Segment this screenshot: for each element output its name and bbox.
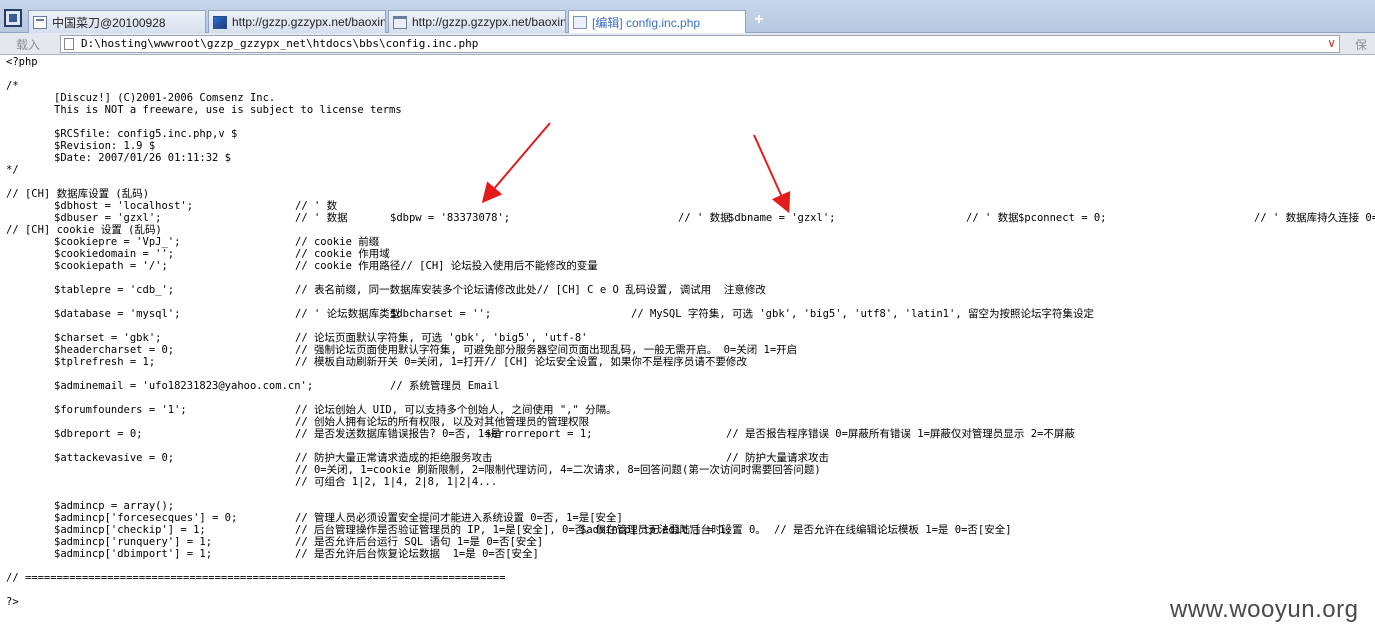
address-toolbar: 载入 D:\hosting\wwwroot\gzzp_gzzypx_net\ht… <box>0 33 1375 69</box>
forcesecques-line: $admincp['forcesecques'] = 0; <box>54 512 238 524</box>
cookie-section-comment: // [CH] cookie 设置 (乱码) <box>6 224 162 236</box>
tab-label: http://gzzp.gzzypx.net/baoxin... <box>232 15 386 29</box>
php-open-tag: <?php <box>6 56 38 68</box>
php-close-tag: ?> <box>6 596 19 608</box>
dbimport-line: $admincp['dbimport'] = 1; <box>54 548 213 560</box>
comment-open: /* <box>6 80 19 92</box>
tab-label: 中国菜刀@20100928 <box>52 15 166 30</box>
database-comment: // ' 论坛数据库类型 <box>295 308 401 320</box>
file-icon <box>64 38 74 50</box>
charset-comment: // 论坛页面默认字符集, 可选 'gbk', 'big5', 'utf-8' <box>295 332 588 344</box>
cookiedomain-comment: // cookie 作用域 <box>295 248 390 260</box>
forumfounders-comment: // 论坛创始人 UID, 可以支持多个创始人, 之间使用 "," 分隔。 <box>295 404 617 416</box>
forumfounders-line: $forumfounders = '1'; <box>54 404 187 416</box>
separator-comment: // =====================================… <box>6 572 506 584</box>
edit-icon <box>573 16 587 29</box>
dbname-line: $dbname = 'gzxl'; <box>728 212 836 224</box>
dbname-comment: // ' 数据 <box>966 212 1019 224</box>
errorreport-comment: // 是否报告程序错误 0=屏蔽所有错误 1=屏蔽仅对管理员显示 2=不屏蔽 <box>726 428 1075 440</box>
path-text: D:\hosting\wwwroot\gzzp_gzzypx_net\htdoc… <box>81 37 479 50</box>
tablepre-comment: // 表名前缀, 同一数据库安装多个论坛请修改此处// [CH] C e O 乱… <box>295 284 766 296</box>
dbhost-line: $dbhost = 'localhost'; <box>54 200 194 212</box>
page-icon <box>33 15 47 29</box>
dbimport-comment: // 是否允许后台恢复论坛数据 1=是 0=否[安全] <box>295 548 539 560</box>
folder-icon <box>393 15 407 29</box>
tab-label: [编辑] config.inc.php <box>592 16 701 30</box>
dbuser-comment: // ' 数据 <box>295 212 348 224</box>
tab-caidao[interactable]: 中国菜刀@20100928 <box>28 10 206 33</box>
new-tab-button[interactable]: + <box>752 12 766 28</box>
headercharset-comment: // 强制论坛页面使用默认字符集, 可避免部分服务器空间页面出现乱码, 一般无需… <box>295 344 798 356</box>
forumfounders-comment-2: // 创始人拥有论坛的所有权限, 以及对其他管理员的管理权限 <box>295 416 590 428</box>
cookiepre-comment: // cookie 前缀 <box>295 236 380 248</box>
watermark: www.wooyun.org <box>1170 596 1359 623</box>
tab-image-browser[interactable]: http://gzzp.gzzypx.net/baoxin... <box>208 10 386 33</box>
tpledit-line: $admincp['tpledit'] = 1; <box>580 524 732 536</box>
tab-label: http://gzzp.gzzypx.net/baoxin... <box>412 15 566 29</box>
comment-close: */ <box>6 164 19 176</box>
runquery-line: $admincp['runquery'] = 1; <box>54 536 213 548</box>
attackevasive-comment: // 防护大量正常请求造成的拒绝服务攻击 <box>295 452 493 464</box>
attackevasive-line: $attackevasive = 0; <box>54 452 175 464</box>
tablepre-line: $tablepre = 'cdb_'; <box>54 284 175 296</box>
dbpw-comment: // ' 数据 <box>678 212 731 224</box>
admincp-line: $admincp = array(); <box>54 500 175 512</box>
dbreport-comment: // 是否发送数据库错误报告? 0=否, 1=是 <box>295 428 502 440</box>
forcesecques-comment: // 管理人员必须设置安全提问才能进入系统设置 0=否, 1=是[安全] <box>295 512 623 524</box>
tab-edit-config[interactable]: [编辑] config.inc.php <box>568 10 746 34</box>
image-icon <box>213 15 227 29</box>
license-line: This is NOT a freeware, use is subject t… <box>54 104 402 116</box>
dbpw-line: $dbpw = '83373078'; <box>390 212 511 224</box>
database-line: $database = 'mysql'; <box>54 308 181 320</box>
cookiepre-line: $cookiepre = 'VpJ_'; <box>54 236 181 248</box>
tab-file-browser[interactable]: http://gzzp.gzzypx.net/baoxin... <box>388 10 566 33</box>
adminemail-comment: // 系统管理员 Email <box>390 380 500 392</box>
checkip-line: $admincp['checkip'] = 1; <box>54 524 206 536</box>
dbcharset-line: $dbcharset = ''; <box>390 308 492 320</box>
tplrefresh-comment: // 模板自动刷新开关 0=关闭, 1=打开// [CH] 论坛安全设置, 如果… <box>295 356 747 368</box>
path-input[interactable]: D:\hosting\wwwroot\gzzp_gzzypx_net\htdoc… <box>60 35 1340 53</box>
runquery-comment: // 是否允许后台运行 SQL 语句 1=是 0=否[安全] <box>295 536 544 548</box>
dbcharset-comment: // MySQL 字符集, 可选 'gbk', 'big5', 'utf8', … <box>631 308 1094 320</box>
db-section-comment: // [CH] 数据库设置 (乱码) <box>6 188 150 200</box>
pconnect-line: $pconnect = 0; <box>1018 212 1107 224</box>
dbreport-line: $dbreport = 0; <box>54 428 143 440</box>
headercharset-line: $headercharset = 0; <box>54 344 175 356</box>
pconnect-comment: // ' 数据库持久连接 0=关闭, 1=打 <box>1254 212 1375 224</box>
load-button[interactable]: 载入 <box>16 36 40 53</box>
date-line: $Date: 2007/01/26 01:11:32 $ <box>54 152 232 164</box>
attackevasive-comment-right: // 防护大量请求攻击 <box>726 452 829 464</box>
cookiepath-comment: // cookie 作用路径// [CH] 论坛投入使用后不能修改的变量 <box>295 260 598 272</box>
errorreport-line: $errorreport = 1; <box>485 428 593 440</box>
app-menu-icon[interactable] <box>4 9 22 27</box>
chevron-down-icon[interactable]: ∨ <box>1327 36 1336 50</box>
tpledit-comment: // 是否允许在线编辑论坛模板 1=是 0=否[安全] <box>774 524 1012 536</box>
dbuser-line: $dbuser = 'gzxl'; <box>54 212 162 224</box>
tab-bar: 中国菜刀@20100928 http://gzzp.gzzypx.net/bao… <box>0 0 1375 34</box>
dbhost-comment: // ' 数 <box>295 200 338 212</box>
tplrefresh-line: $tplrefresh = 1; <box>54 356 156 368</box>
discuz-header: [Discuz!] (C)2001-2006 Comsenz Inc. <box>54 92 276 104</box>
cookiepath-line: $cookiepath = '/'; <box>54 260 168 272</box>
attackevasive-comment-2: // 0=关闭, 1=cookie 刷新限制, 2=限制代理访问, 4=二次请求… <box>295 464 821 476</box>
rcsfile-line: $RCSfile: config5.inc.php,v $ <box>54 128 238 140</box>
cookiedomain-line: $cookiedomain = ''; <box>54 248 175 260</box>
adminemail-line: $adminemail = 'ufo18231823@yahoo.com.cn'… <box>54 380 314 392</box>
code-editor[interactable]: <?php /* [Discuz!] (C)2001-2006 Comsenz … <box>0 55 1375 637</box>
charset-line: $charset = 'gbk'; <box>54 332 162 344</box>
revision-line: $Revision: 1.9 $ <box>54 140 156 152</box>
attackevasive-comment-3: // 可组合 1|2, 1|4, 2|8, 1|2|4... <box>295 476 498 488</box>
